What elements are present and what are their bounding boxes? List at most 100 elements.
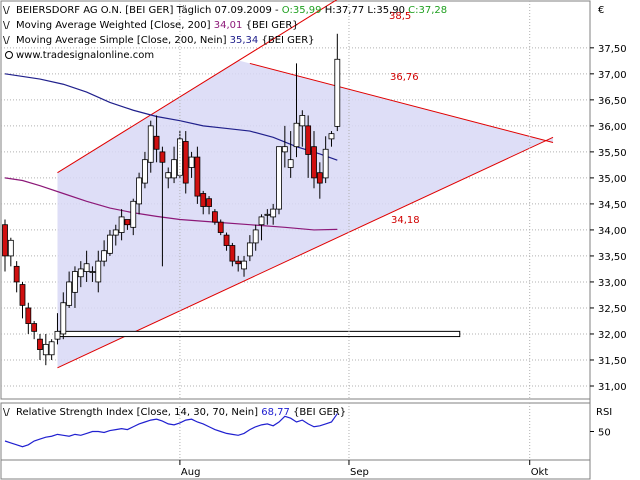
candle-body xyxy=(124,219,131,226)
legend-sma-value: 35,34 xyxy=(230,35,259,46)
candle-body xyxy=(188,156,195,168)
lower-channel-value: 34,18 xyxy=(391,215,420,226)
resistance-value: 36,76 xyxy=(390,72,419,83)
candle-body xyxy=(107,234,113,254)
candle-body xyxy=(211,211,218,223)
y-tick-label: 34,50 xyxy=(598,200,627,211)
candle-body xyxy=(72,271,78,293)
chart-canvas: 38,536,7634,18 31,0031,5032,0032,5033,00… xyxy=(0,0,627,480)
candle-body xyxy=(153,135,160,150)
legend-rsi-symbol: {BEI GER} xyxy=(293,407,346,418)
candle-body xyxy=(25,307,32,324)
candle-body xyxy=(311,146,317,179)
candle-body xyxy=(287,159,294,168)
svg-text:BEIERSDORF AG O.N. [BEI GER]: BEIERSDORF AG O.N. [BEI GER] Täglich 07.… xyxy=(16,5,447,16)
x-axis-strip xyxy=(0,459,591,480)
rsi-tick-label: 50 xyxy=(598,428,611,439)
price-y-axis: 31,00 31,50 32,00 32,50 33,00 33,50 34,00 34,50… xyxy=(590,44,627,393)
legend-wma-value: 34,01 xyxy=(214,20,243,31)
svg-text:Moving Average Simple [Close,: Moving Average Simple [Close, 200, Nein]… xyxy=(16,35,315,46)
legend-sma-name: Moving Average Simple [Close, 200, Nein] xyxy=(16,35,227,46)
candle-body xyxy=(182,141,189,184)
candle-body xyxy=(276,146,282,210)
candle-body xyxy=(235,260,242,265)
candle-body xyxy=(101,250,108,262)
y-tick-label: 31,00 xyxy=(598,382,627,393)
candle-body xyxy=(159,151,166,163)
legend-sma-symbol: {BEI GER} xyxy=(261,35,314,46)
legend-sma: \/ Moving Average Simple [Close, 200, Ne… xyxy=(3,35,315,46)
svg-text:Moving Average Weighted [Close: Moving Average Weighted [Close, 200] 34,… xyxy=(16,20,299,31)
candle-body xyxy=(54,330,61,340)
candle-body xyxy=(118,216,125,233)
candle-body xyxy=(165,172,172,179)
candle-body xyxy=(19,284,26,306)
svg-text:Relative Strength Index [Close: Relative Strength Index [Close, 14, 30, … xyxy=(16,407,346,418)
currency-symbol: € xyxy=(598,5,604,16)
candle-body xyxy=(136,177,142,205)
y-tick-label: 33,00 xyxy=(598,278,627,289)
legend-icon-rsi: \/ xyxy=(3,407,10,418)
candle-body xyxy=(217,221,224,233)
candle-body xyxy=(7,239,14,257)
candle-body xyxy=(60,302,67,335)
legend-rsi-value: 68,77 xyxy=(261,407,290,418)
legend-price-high: H:37,77 xyxy=(325,5,365,16)
candle xyxy=(211,209,218,225)
y-tick-label: 32,50 xyxy=(598,304,627,315)
legend-price-close: C:37,28 xyxy=(408,5,447,16)
legend-price-name: BEIERSDORF AG O.N. [BEI GER] Täglich 07.… xyxy=(16,5,279,16)
rsi-axis-title: RSI xyxy=(596,407,612,418)
legend-wma-symbol: {BEI GER} xyxy=(246,20,299,31)
legend-source-text: www.tradesignalonline.com xyxy=(16,50,154,61)
candle-body xyxy=(142,159,148,184)
candle-body xyxy=(42,343,49,356)
legend-price-low: L:35,90 xyxy=(367,5,405,16)
y-tick-label: 33,50 xyxy=(598,252,627,263)
candle-body xyxy=(264,213,271,216)
y-tick-label: 36,50 xyxy=(598,96,627,107)
candle-body xyxy=(293,122,300,148)
candle-body xyxy=(246,242,253,257)
candle-body xyxy=(305,125,312,155)
y-tick-label: 37,50 xyxy=(598,44,627,55)
candle-body xyxy=(200,193,207,207)
y-tick-label: 35,00 xyxy=(598,174,627,185)
candle-body xyxy=(37,338,43,350)
candle-body xyxy=(241,260,247,270)
y-tick-label: 36,00 xyxy=(598,122,627,133)
candle-body xyxy=(328,133,335,140)
y-tick-label: 32,00 xyxy=(598,330,627,341)
x-tick-label: Aug xyxy=(181,467,201,478)
candle xyxy=(217,219,224,236)
candle-body xyxy=(147,125,154,163)
candle-body xyxy=(316,172,323,184)
legend-rsi: \/ Relative Strength Index [Close, 14, 3… xyxy=(3,407,346,418)
candle-body xyxy=(66,281,73,306)
legend-price-open: O:35,99 xyxy=(282,5,322,16)
candle-body xyxy=(194,156,201,197)
candle-body xyxy=(299,115,306,127)
legend-icon-wma: \/ xyxy=(3,20,10,31)
candle-body xyxy=(258,216,265,226)
candle-body xyxy=(95,260,102,283)
legend-wma: \/ Moving Average Weighted [Close, 200] … xyxy=(3,20,299,31)
candle-body xyxy=(322,148,329,179)
candle-body xyxy=(171,159,177,179)
candle-body xyxy=(13,265,20,283)
legend-price: \/ BEIERSDORF AG O.N. [BEI GER] Täglich … xyxy=(3,5,447,16)
candle-body xyxy=(206,198,212,207)
y-tick-label: 31,50 xyxy=(598,356,627,367)
candle-body xyxy=(77,268,84,278)
candle xyxy=(276,146,282,215)
candle-body xyxy=(48,341,55,356)
candle-body xyxy=(112,229,119,236)
legend-wma-name: Moving Average Weighted [Close, 200] xyxy=(16,20,211,31)
candle-body xyxy=(2,224,8,257)
y-tick-label: 34,00 xyxy=(598,226,627,237)
x-tick-label: Okt xyxy=(531,467,549,478)
candle-body xyxy=(223,234,230,246)
candle-body xyxy=(229,245,236,262)
legend-source: www.tradesignalonline.com xyxy=(5,50,154,61)
candle-body xyxy=(334,58,341,127)
